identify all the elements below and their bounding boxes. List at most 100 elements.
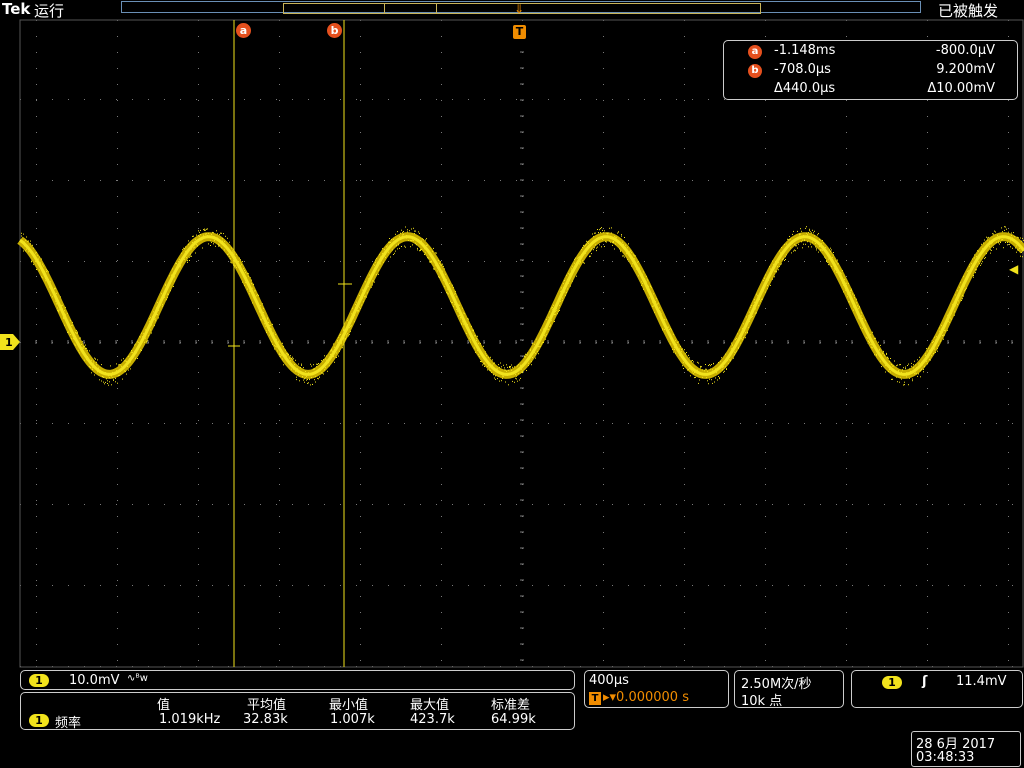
- waveform-noise-dot: [493, 374, 494, 376]
- waveform-noise-dot: [541, 335, 542, 337]
- waveform-noise-dot: [470, 339, 471, 341]
- waveform-noise-dot: [36, 269, 37, 270]
- waveform-noise-dot: [361, 304, 362, 306]
- waveform-noise-dot: [502, 375, 503, 377]
- waveform-noise-dot: [585, 252, 586, 254]
- graticule-dot: [279, 452, 280, 453]
- graticule-dot: [765, 484, 766, 485]
- waveform-noise-dot: [654, 311, 655, 313]
- graticule-dot: [441, 84, 442, 85]
- waveform-noise-dot: [528, 362, 529, 364]
- ch1-ground-marker[interactable]: 1: [0, 334, 20, 350]
- graticule-dot: [198, 596, 199, 597]
- waveform-noise-dot: [283, 345, 284, 347]
- ch1-scale-panel[interactable]: 1 10.0mV ∿ᴮw: [20, 670, 575, 690]
- graticule-dot: [927, 660, 928, 661]
- waveform-noise-dot: [953, 304, 954, 306]
- waveform-noise-dot: [804, 239, 805, 241]
- waveform-noise-dot: [656, 304, 657, 306]
- waveform-noise-dot: [517, 380, 518, 382]
- graticule-dot: [441, 164, 442, 165]
- waveform-noise-dot: [487, 369, 488, 371]
- cursor-a-tag[interactable]: a: [236, 23, 251, 38]
- graticule-dot: [52, 180, 53, 181]
- waveform-noise-dot: [476, 338, 477, 340]
- waveform-noise-dot: [424, 254, 425, 255]
- waveform-noise-dot: [633, 254, 634, 256]
- trigger-position-arrow-icon: ⇓: [514, 2, 525, 16]
- waveform-noise-dot: [957, 303, 958, 305]
- waveform-noise-dot: [566, 292, 567, 293]
- waveform-noise-dot: [559, 304, 560, 306]
- graticule-dot: [117, 484, 118, 485]
- graticule-dot: [516, 585, 517, 586]
- waveform-noise-dot: [900, 377, 901, 379]
- cursor-readout-panel[interactable]: a -1.148ms -800.0µV b -708.0µs 9.200mV Δ…: [723, 40, 1018, 100]
- waveform-noise-dot: [848, 283, 849, 284]
- waveform-noise-dot: [606, 232, 607, 234]
- graticule-dot: [36, 660, 37, 661]
- waveform-noise-dot: [1013, 232, 1014, 234]
- waveform-noise-dot: [673, 333, 674, 335]
- waveform-noise-dot: [549, 311, 550, 313]
- graticule-dot: [684, 388, 685, 389]
- waveform-noise-dot: [512, 380, 513, 382]
- graticule-dot: [36, 628, 37, 629]
- graticule-dot: [1008, 244, 1009, 245]
- graticule-dot: [927, 436, 928, 437]
- waveform-noise-dot: [660, 312, 661, 314]
- acquisition-panel[interactable]: 2.50M次/秒 10k 点: [734, 670, 844, 709]
- horizontal-timebase-panel[interactable]: 400µs T ▸▾0.000000 s: [584, 670, 729, 708]
- waveform-noise-dot: [710, 368, 711, 370]
- graticule-dot: [804, 423, 805, 424]
- waveform-noise-dot: [1001, 239, 1002, 241]
- waveform-noise-dot: [658, 302, 659, 304]
- waveform-noise-dot: [859, 306, 860, 308]
- graticule-dot: [684, 644, 685, 645]
- waveform-noise-dot: [903, 384, 904, 386]
- cursor-b-tag[interactable]: b: [327, 23, 342, 38]
- graticule-dot: [340, 180, 341, 181]
- waveform-noise-dot: [538, 353, 539, 355]
- measurement-panel[interactable]: 值 平均值 最小值 最大值 标准差 1 频率 1.019kHz 32.83k 1…: [20, 692, 575, 731]
- datetime-panel[interactable]: 28 6月 2017 03:48:33: [911, 731, 1021, 767]
- graticule[interactable]: [0, 0, 1024, 768]
- trigger-level-marker-icon[interactable]: ◀: [1009, 262, 1018, 276]
- waveform-noise-dot: [170, 290, 171, 292]
- waveform-noise-dot: [775, 270, 776, 272]
- waveform-noise-dot: [759, 299, 760, 301]
- waveform-noise-dot: [657, 308, 658, 310]
- graticule-dot: [84, 504, 85, 505]
- graticule-dot: [228, 585, 229, 586]
- graticule-dot: [765, 36, 766, 37]
- trigger-panel[interactable]: 1 ʃ 11.4mV: [851, 670, 1023, 708]
- graticule-dot: [36, 228, 37, 229]
- ch1-waveform-trace: [17, 232, 1024, 379]
- bandwidth-limit-icon: ∿ᴮw: [127, 673, 148, 684]
- waveform-noise-dot: [34, 256, 35, 258]
- waveform-noise-dot: [592, 233, 593, 235]
- waveform-noise-dot: [761, 298, 762, 300]
- graticule-dot: [356, 504, 357, 505]
- waveform-noise-dot: [121, 365, 122, 367]
- waveform-noise-dot: [539, 346, 540, 348]
- graticule-dot: [360, 116, 361, 117]
- waveform-noise-dot: [267, 317, 268, 319]
- graticule-dot: [468, 504, 469, 505]
- trigger-position-tag[interactable]: T: [513, 25, 526, 39]
- waveform-noise-dot: [970, 270, 971, 272]
- waveform-noise-dot: [148, 335, 149, 337]
- waveform-noise-dot: [934, 348, 935, 350]
- waveform-noise-dot: [194, 241, 195, 243]
- waveform-noise-dot: [849, 295, 850, 297]
- waveform-noise-dot: [153, 311, 154, 313]
- waveform-noise-dot: [235, 256, 236, 258]
- graticule-dot: [452, 99, 453, 100]
- waveform-noise-dot: [224, 249, 225, 251]
- waveform-noise-dot: [971, 263, 972, 265]
- waveform-noise-dot: [309, 378, 310, 380]
- waveform-noise-dot: [249, 290, 250, 292]
- waveform-noise-dot: [911, 365, 912, 367]
- waveform-noise-dot: [983, 248, 984, 250]
- graticule-dot: [846, 500, 847, 501]
